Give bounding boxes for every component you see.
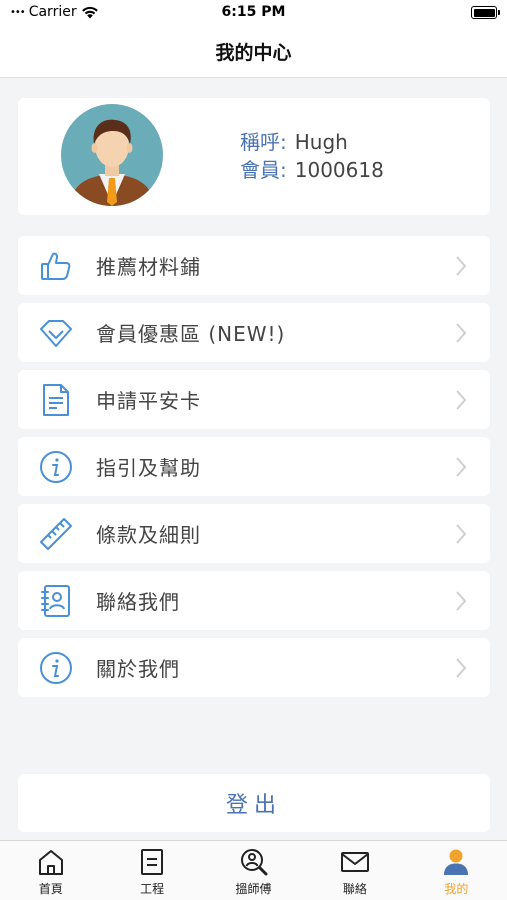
tab-label: 首頁 [38, 882, 63, 896]
ruler-icon [40, 518, 72, 550]
menu-item-label: 會員優惠區 (NEW!) [96, 322, 286, 346]
tab-projects[interactable]: 工程 [101, 841, 202, 900]
menu-item-about-us[interactable]: 關於我們 [18, 638, 490, 697]
member-label: 會員: [240, 158, 287, 182]
status-time: 6:15 PM [221, 4, 286, 20]
menu-item-label: 推薦材料鋪 [96, 255, 201, 279]
member-value: 1000618 [294, 158, 384, 182]
menu-item-label: 關於我們 [96, 657, 180, 681]
tab-label: 我的 [444, 882, 469, 896]
person-icon [444, 849, 469, 875]
tab-find-worker[interactable]: 搵師傅 [203, 841, 304, 900]
profile-name-row: 稱呼: Hugh [240, 128, 384, 156]
menu-item-member-offers[interactable]: 會員優惠區 (NEW!) [18, 303, 490, 362]
menu-item-contact-us[interactable]: 聯絡我們 [18, 571, 490, 630]
search-person-icon [240, 849, 268, 876]
profile-info: 稱呼: Hugh 會員: 1000618 [240, 128, 384, 184]
name-value: Hugh [294, 130, 348, 154]
chevron-right-icon [456, 457, 467, 477]
document-icon [43, 384, 69, 416]
page-title: 我的中心 [215, 42, 292, 64]
menu-item-label: 指引及幫助 [96, 456, 201, 480]
info-icon [40, 652, 72, 684]
menu-item-apply-safety-card[interactable]: 申請平安卡 [18, 370, 490, 429]
tab-contact[interactable]: 聯絡 [304, 841, 405, 900]
menu-item-terms[interactable]: 條款及細則 [18, 504, 490, 563]
battery-icon [471, 6, 500, 19]
mail-icon [340, 852, 369, 872]
contact-book-icon [41, 585, 70, 617]
menu-item-recommended-stores[interactable]: 推薦材料鋪 [18, 236, 490, 295]
list-icon [141, 849, 164, 875]
menu-item-label: 申請平安卡 [96, 389, 201, 413]
chevron-right-icon [456, 591, 467, 611]
tab-label: 搵師傅 [235, 882, 272, 896]
avatar [61, 104, 163, 206]
info-icon [40, 451, 72, 483]
menu-item-guide-help[interactable]: 指引及幫助 [18, 437, 490, 496]
menu-item-label: 條款及細則 [96, 523, 201, 547]
logout-button[interactable]: 登出 [18, 774, 490, 832]
chevron-right-icon [456, 658, 467, 678]
thumbs-up-icon [41, 252, 71, 280]
home-icon [38, 850, 63, 875]
chevron-right-icon [456, 390, 467, 410]
diamond-icon [40, 320, 72, 347]
name-label: 稱呼: [240, 130, 287, 154]
tab-label: 聯絡 [342, 882, 367, 896]
tab-home[interactable]: 首頁 [0, 841, 101, 900]
tab-my-profile[interactable]: 我的 [406, 841, 507, 900]
chevron-right-icon [456, 524, 467, 544]
tab-label: 工程 [140, 882, 165, 896]
status-bar: ••• Carrier 6:15 PM [0, 0, 507, 26]
chevron-right-icon [456, 323, 467, 343]
tab-bar: 首頁 工程 搵師傅 聯絡 我的 [0, 840, 507, 900]
navigation-bar: 我的中心 [0, 26, 507, 78]
profile-member-row: 會員: 1000618 [240, 156, 384, 184]
menu-item-label: 聯絡我們 [96, 590, 180, 614]
chevron-right-icon [456, 256, 467, 276]
profile-card: 稱呼: Hugh 會員: 1000618 [18, 98, 490, 215]
